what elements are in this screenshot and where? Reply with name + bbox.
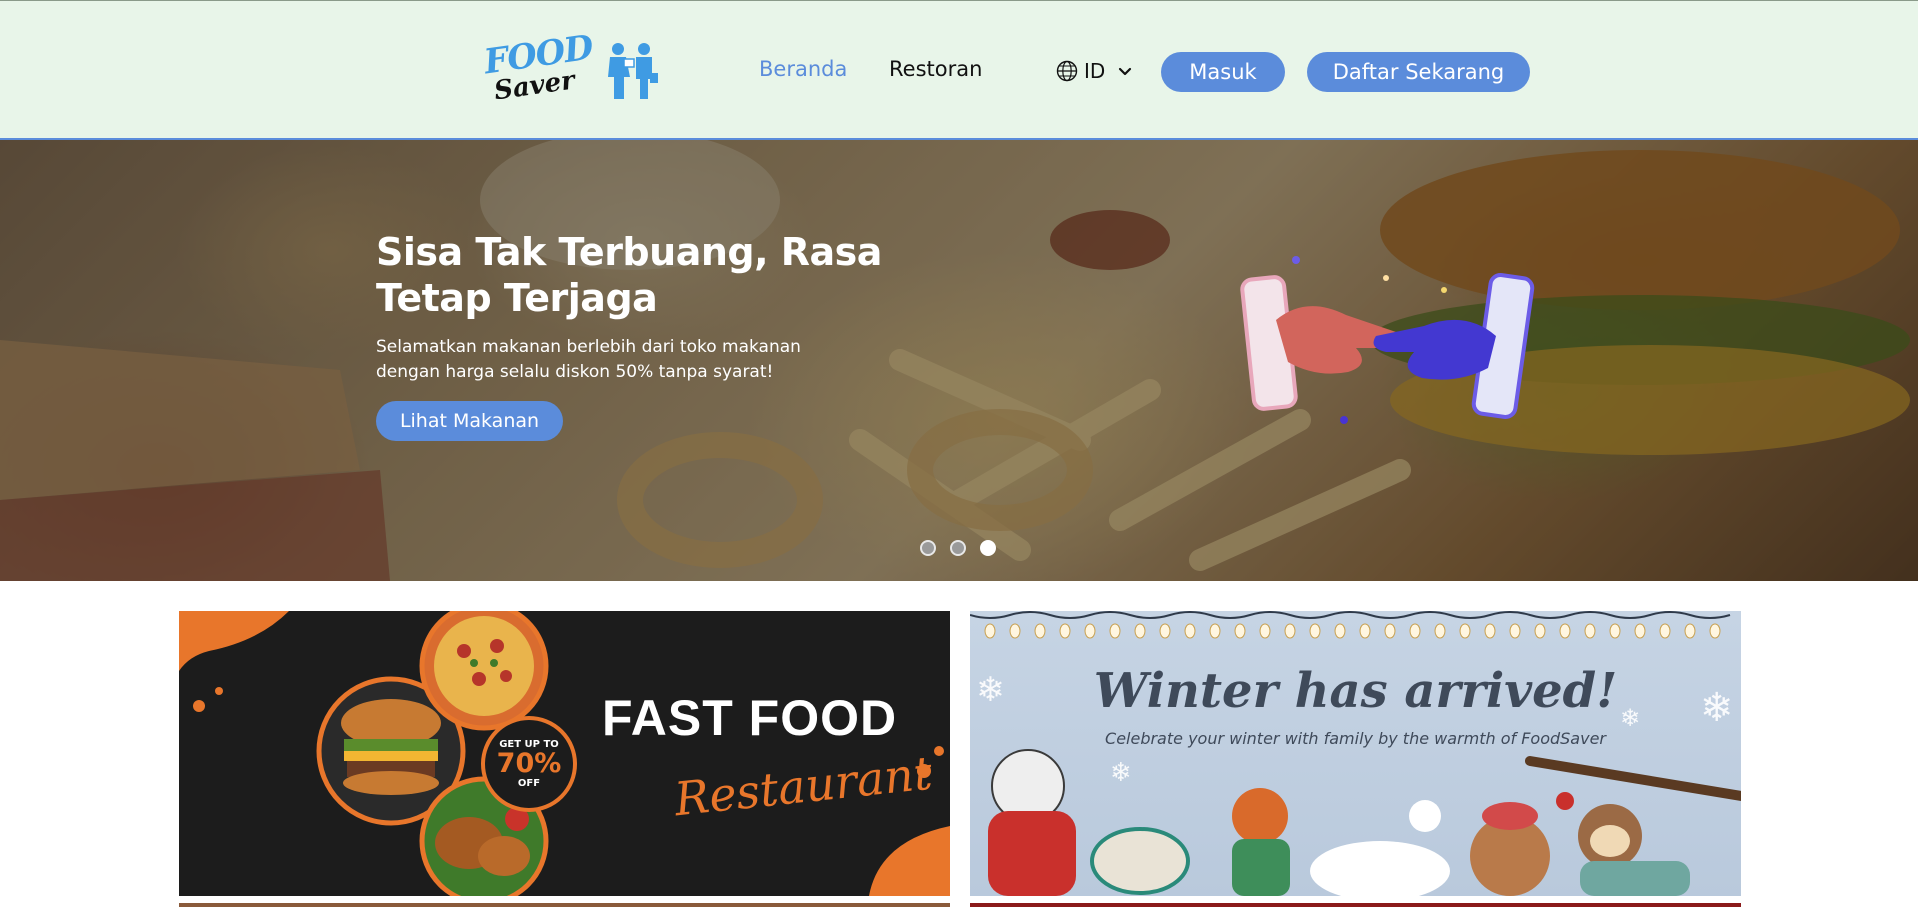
- hero-subtitle: Selamatkan makanan berlebih dari toko ma…: [376, 337, 801, 382]
- register-button[interactable]: Daftar Sekarang: [1307, 52, 1530, 92]
- chevron-down-icon: [1119, 67, 1132, 76]
- view-food-button[interactable]: Lihat Makanan: [376, 401, 563, 441]
- foodsaver-logo[interactable]: FOOD Saver: [482, 28, 660, 107]
- hero-title: Sisa Tak Terbuang, Rasa Tetap Terjaga: [376, 230, 882, 320]
- people-icon: [608, 43, 658, 99]
- discount-badge: GET UP TO 70% OFF: [481, 716, 577, 812]
- svg-text:❄: ❄: [1110, 758, 1132, 788]
- badge-bottom-text: OFF: [517, 778, 541, 789]
- language-selector[interactable]: ID: [1056, 57, 1133, 85]
- next-banner-left-edge: [179, 903, 950, 907]
- fast-food-title: FAST FOOD: [602, 690, 898, 746]
- fast-food-banner[interactable]: GET UP TO 70% OFF FAST FOOD Restaurant: [179, 611, 950, 896]
- svg-text:❄: ❄: [1620, 704, 1640, 732]
- hero-carousel: Sisa Tak Terbuang, Rasa Tetap Terjaga Se…: [0, 140, 1918, 581]
- handshake-phones-illustration: [1240, 256, 1535, 424]
- nav-beranda[interactable]: Beranda: [759, 57, 847, 81]
- next-banner-right-edge: [970, 903, 1741, 907]
- svg-text:❄: ❄: [976, 670, 1005, 710]
- carousel-indicators: [920, 540, 996, 556]
- svg-text:❄: ❄: [1700, 685, 1734, 731]
- winter-animals-artwork: ❄ ❄ ❄ ❄: [976, 670, 1741, 896]
- language-code: ID: [1084, 59, 1106, 83]
- badge-value: 70%: [496, 748, 562, 779]
- carousel-dot-1[interactable]: [920, 540, 936, 556]
- carousel-dot-2[interactable]: [950, 540, 966, 556]
- nav-restoran[interactable]: Restoran: [889, 57, 982, 81]
- carousel-dot-3[interactable]: [980, 540, 996, 556]
- hero-overlay: [0, 140, 1918, 581]
- site-header: FOOD Saver Beranda Restoran ID Masuk Daf…: [0, 0, 1918, 140]
- winter-banner[interactable]: Winter has arrived! Celebrate your winte…: [970, 611, 1741, 896]
- login-button[interactable]: Masuk: [1161, 52, 1285, 92]
- globe-icon: [1056, 60, 1078, 82]
